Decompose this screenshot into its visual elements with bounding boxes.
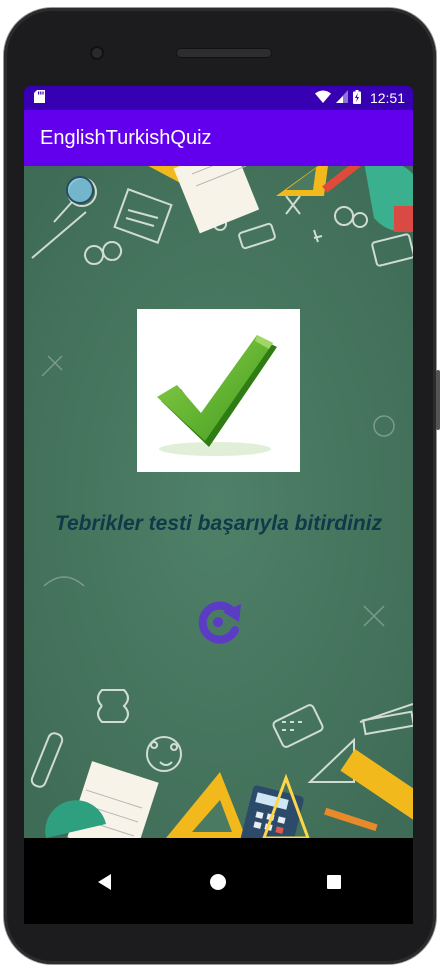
chalkboard-background	[24, 166, 413, 838]
navigation-bar	[24, 838, 413, 924]
battery-charging-icon	[352, 89, 361, 107]
screen: 12:51 EnglishTurkishQuiz Tebrikler testi…	[24, 86, 413, 924]
front-camera	[90, 46, 104, 60]
back-button[interactable]	[85, 862, 125, 902]
checkmark-icon	[157, 335, 277, 456]
app-bar: EnglishTurkishQuiz	[24, 110, 413, 166]
restart-icon	[198, 601, 241, 644]
success-message: Tebrikler testi başarıyla bitirdiniz	[54, 512, 383, 535]
recents-button[interactable]	[314, 862, 354, 902]
home-icon	[210, 874, 226, 890]
checkmark-image	[137, 309, 300, 472]
app-title: EnglishTurkishQuiz	[40, 126, 212, 149]
back-icon	[98, 874, 111, 890]
power-button	[436, 370, 440, 430]
recents-icon	[327, 875, 341, 889]
sd-card-icon	[34, 90, 45, 106]
signal-icon	[335, 90, 348, 106]
status-time: 12:51	[369, 90, 405, 106]
home-button[interactable]	[198, 862, 238, 902]
wifi-icon	[314, 90, 331, 106]
earpiece-speaker	[176, 48, 272, 58]
status-bar: 12:51	[24, 86, 413, 110]
quiz-result-screen: Tebrikler testi başarıyla bitirdiniz	[24, 166, 413, 838]
restart-button[interactable]	[193, 600, 245, 644]
